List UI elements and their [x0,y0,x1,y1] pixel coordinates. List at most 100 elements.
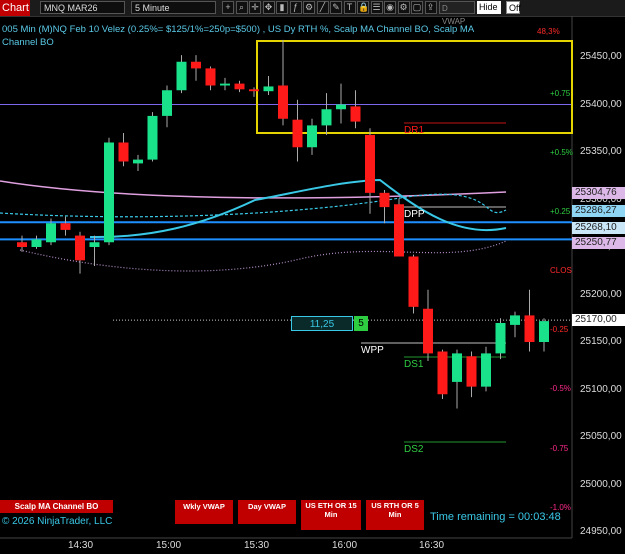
candle-bear[interactable] [205,68,216,86]
candle-bear[interactable] [466,356,477,387]
candle-bear[interactable] [423,308,433,354]
candle-bear[interactable] [437,351,448,395]
candle-bear[interactable] [60,223,71,230]
chart-title-line-2: Channel BO [2,37,54,48]
zoom-icon[interactable]: ⌕ [235,1,248,14]
percent-level-label: -0.25 [550,325,569,334]
percent-level-label: +0.5% [550,148,573,157]
price-marker-label: 25286,27 [572,205,625,217]
scalp-ma-channel-button[interactable]: Scalp MA Channel BO [0,500,113,513]
candle-bear[interactable] [249,89,259,92]
candle-bull[interactable] [307,125,317,148]
percent-level-label: +0.75 [550,89,571,98]
opening-range-box [256,40,573,134]
candle-bull[interactable] [31,239,42,247]
indicators-icon[interactable]: ƒ [289,1,302,14]
candle-bull[interactable] [176,61,187,91]
percent-level-label: CLOS [550,266,572,275]
off-button[interactable]: Off [506,1,521,14]
chart-title-line-1: 005 Min (M)NQ Feb 10 Velez (0.25%= $125/… [2,24,475,35]
wpp-label: WPP [361,345,384,356]
weekly-vwap-button[interactable]: Wkly VWAP [175,500,233,524]
candle-bear[interactable] [365,134,375,193]
strategy-icon[interactable]: ⚙ [303,1,315,14]
crosshair-icon[interactable]: ✛ [249,1,261,14]
price-marker-label: 25268,10 [572,222,625,234]
price-marker-label: 25304,76 [572,187,625,199]
candle-bull[interactable] [89,242,100,247]
settings-icon[interactable]: ⚙ [397,1,410,14]
properties-icon[interactable]: ☰ [370,1,383,14]
candle-bull[interactable] [452,353,462,382]
candle-bull[interactable] [539,321,549,342]
us-eth-or-15-button[interactable]: US ETH OR 15 Min [301,500,361,530]
text-icon[interactable]: T [343,1,356,14]
ds1-label: DS1 [404,359,424,370]
price-tick: 25050,00 [580,431,622,442]
top-right-percent: 48,3% [537,27,560,36]
candle-bear[interactable] [379,192,390,208]
candle-bear[interactable] [17,242,27,247]
candle-bull[interactable] [133,159,143,164]
candle-bear[interactable] [350,106,361,122]
candle-bull[interactable] [336,104,346,110]
time-tick: 16:30 [419,540,445,551]
candle-bear[interactable] [394,204,404,257]
weekly-vwap-line [0,180,507,199]
candle-bull[interactable] [263,86,274,92]
price-tick: 24950,00 [580,526,622,537]
us-rth-or-5-button[interactable]: US RTH OR 5 Min [366,500,424,530]
candle-bull[interactable] [220,83,230,86]
line-icon[interactable]: ╱ [316,1,329,14]
price-tick: 25200,00 [580,288,622,300]
candle-bull[interactable] [481,353,491,387]
window-icon[interactable]: ▢ [411,1,423,14]
interval-selector[interactable]: 5 Minute [131,1,216,14]
candle-bull[interactable] [321,109,332,126]
candle-bear[interactable] [278,85,288,119]
percent-level-label: -0.75 [550,444,569,453]
time-tick: 14:30 [68,540,94,551]
hide-button[interactable]: Hide [477,1,501,14]
time-tick: 15:00 [156,540,182,551]
instrument-selector[interactable]: MNQ MAR26 [40,1,125,14]
candle-bull[interactable] [147,115,158,160]
price-tick: 25150,00 [580,336,622,347]
camera-icon[interactable]: ◉ [384,1,396,14]
time-remaining: Time remaining = 00:03:48 [430,511,561,523]
d-vwap-button[interactable]: D VWAP [439,1,475,26]
candle-bull[interactable] [510,315,520,325]
chart-tab[interactable]: Chart [0,0,30,16]
share-icon[interactable]: ⇪ [424,1,437,14]
lock-icon[interactable]: 🔒 [357,1,369,14]
dr1-label: DR1 [404,125,425,136]
candle-bear[interactable] [191,61,201,69]
candle-bull[interactable] [162,90,172,116]
candle-bear[interactable] [524,315,535,342]
price-chart[interactable] [0,16,625,554]
copyright: © 2026 NinjaTrader, LLC [2,516,113,527]
percent-level-label: +0.25 [550,207,571,216]
candle-bear[interactable] [118,142,129,162]
day-vwap-button[interactable]: Day VWAP [238,500,296,524]
candle-bear[interactable] [234,83,245,90]
add-icon[interactable]: + [222,1,234,14]
price-tick: 25400,00 [580,98,622,110]
position-quantity[interactable]: 5 [354,316,368,331]
candle-bull[interactable] [46,223,56,243]
candle-bear[interactable] [408,256,419,307]
toolbar: Chart MNQ MAR26 5 Minute + ⌕ ✛ ✥ ▮ ƒ ⚙ ╱ ✎ T 🔒 ☰ ◉ ⚙ ▢… [0,0,625,26]
pan-icon[interactable]: ✥ [262,1,275,14]
candle-bull[interactable] [104,142,114,243]
price-tick: 25350,00 [580,146,622,157]
candle-bear[interactable] [75,235,85,261]
ds2-label: DS2 [404,444,424,455]
bar-style-icon[interactable]: ▮ [276,1,288,14]
candle-bear[interactable] [292,119,303,148]
position-pnl[interactable]: 11,25 [291,316,353,331]
price-tick: 25450,00 [580,51,622,62]
price-tick: 25100,00 [580,383,622,395]
candle-bull[interactable] [495,323,506,354]
draw-icon[interactable]: ✎ [330,1,342,14]
price-marker-label: 25250,77 [572,237,625,249]
